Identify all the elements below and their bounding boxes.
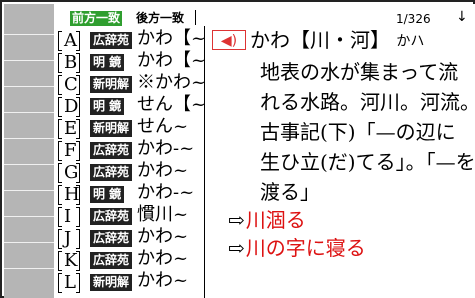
page-indicator: 1/326 — [396, 12, 431, 26]
entry-word: 慣川~ — [137, 204, 189, 225]
result-list: A 広辞苑 かわ【~ B 明 鏡 かわ【~ C 新明解 ※かわ~ D 明 鏡 せ… — [54, 28, 207, 298]
row-letter: G — [58, 162, 80, 183]
sidebar-separator — [4, 164, 54, 165]
row-letter: E — [58, 118, 80, 139]
headword: かわ【川・河】 かハ — [250, 28, 424, 54]
sidebar-separator — [4, 86, 54, 87]
list-item[interactable]: C 新明解 ※かわ~ — [54, 72, 207, 95]
arrow-right-icon: ⇨ — [228, 208, 245, 232]
dictionary-window: 前方一致 後方一致 1/326 ↓ A 広辞苑 かわ【~ B 明 鏡 かわ【~ … — [0, 0, 475, 298]
speaker-icon[interactable]: ◀) — [212, 30, 246, 50]
entry-word: かわ【~ — [137, 50, 207, 71]
row-letter: A — [58, 30, 80, 51]
sidebar-separator — [4, 60, 54, 61]
entry-word: かわ~ — [137, 270, 189, 291]
dictionary-badge: 広辞苑 — [90, 252, 133, 269]
dictionary-badge: 広辞苑 — [90, 208, 133, 225]
list-item[interactable]: J 広辞苑 かわ~ — [54, 226, 204, 249]
sidebar-separator — [4, 190, 54, 191]
definition-line: れる水路。河川。河流。 — [260, 90, 475, 114]
sidebar-separator — [4, 216, 54, 217]
entry-word: かわ-~ — [137, 138, 195, 159]
row-letter: I — [58, 206, 80, 227]
cross-reference-link[interactable]: ⇨川涸る — [228, 208, 306, 232]
headword-main: かわ【川・河】 — [250, 28, 390, 52]
entry-word: かわ~ — [137, 248, 189, 269]
dictionary-badge: 明 鏡 — [90, 186, 125, 203]
list-item[interactable]: F 広辞苑 かわ-~ — [54, 138, 204, 161]
entry-word: せん【~ — [137, 94, 207, 115]
definition-line: 古事記(下)「—の辺に — [260, 120, 456, 144]
dictionary-badge: 広辞苑 — [90, 164, 133, 181]
dictionary-badge: 新明解 — [90, 76, 133, 93]
sidebar-separator — [4, 268, 54, 269]
definition-line: 地表の水が集まって流 — [260, 60, 459, 84]
dictionary-badge: 広辞苑 — [90, 32, 133, 49]
entry-word: かわ【~ — [137, 28, 207, 49]
dictionary-badge: 広辞苑 — [90, 230, 133, 247]
sidebar-separator — [4, 138, 54, 139]
list-item[interactable]: K 広辞苑 かわ~ — [54, 248, 204, 271]
definition-line: 渡る」 — [260, 180, 320, 204]
row-letter: B — [58, 52, 80, 73]
definition-line: 生ひ立(だ)てる」。「—を — [260, 150, 475, 174]
content-area: 前方一致 後方一致 1/326 ↓ A 広辞苑 かわ【~ B 明 鏡 かわ【~ … — [54, 4, 475, 298]
suffix-match-tab[interactable]: 後方一致 — [134, 11, 186, 26]
dictionary-badge: 広辞苑 — [90, 142, 133, 159]
entry-word: かわ-~ — [137, 182, 195, 203]
row-letter: C — [58, 74, 80, 95]
arrow-right-icon: ⇨ — [228, 236, 245, 260]
prefix-match-tab[interactable]: 前方一致 — [70, 11, 123, 26]
row-letter: D — [58, 96, 80, 117]
cross-reference-text: 川涸る — [245, 208, 306, 232]
dictionary-badge: 明 鏡 — [90, 98, 125, 115]
entry-detail-pane: ◀) かわ【川・河】 かハ 地表の水が集まって流 れる水路。河川。河流。 古事記… — [212, 28, 475, 298]
entry-word: かわ~ — [137, 160, 189, 181]
row-letter: K — [58, 250, 80, 271]
headword-reading: かハ — [396, 33, 425, 50]
entry-word: せん~ — [137, 116, 189, 137]
list-item[interactable]: H 明 鏡 かわ-~ — [54, 182, 204, 205]
down-arrow-icon[interactable]: ↓ — [456, 10, 468, 24]
sidebar-separator — [4, 34, 54, 35]
row-letter: L — [58, 272, 80, 293]
cross-reference-text: 川の字に寝る — [245, 236, 366, 260]
dictionary-badge: 明 鏡 — [90, 54, 125, 71]
pane-divider — [204, 26, 205, 298]
entry-word: ※かわ~ — [137, 72, 207, 93]
list-item[interactable]: D 明 鏡 せん【~ — [54, 94, 207, 117]
list-item[interactable]: G 広辞苑 かわ~ — [54, 160, 204, 183]
search-mode-bar: 前方一致 後方一致 1/326 ↓ — [54, 4, 475, 26]
list-item[interactable]: A 広辞苑 かわ【~ — [54, 28, 207, 51]
text-cursor — [195, 10, 196, 25]
list-item[interactable]: I 広辞苑 慣川~ — [54, 204, 204, 227]
row-letter: H — [58, 184, 80, 205]
dictionary-badge: 新明解 — [90, 274, 133, 291]
row-letter: F — [58, 140, 80, 161]
left-sidebar — [4, 4, 55, 298]
list-item[interactable]: E 新明解 せん~ — [54, 116, 204, 139]
sidebar-separator — [4, 242, 54, 243]
row-letter: J — [58, 228, 80, 249]
entry-word: かわ~ — [137, 226, 189, 247]
dictionary-badge: 新明解 — [90, 120, 133, 137]
cross-reference-link[interactable]: ⇨川の字に寝る — [228, 236, 366, 260]
list-item[interactable]: L 新明解 かわ~ — [54, 270, 204, 293]
sidebar-separator — [4, 112, 54, 113]
list-item[interactable]: B 明 鏡 かわ【~ — [54, 50, 207, 73]
